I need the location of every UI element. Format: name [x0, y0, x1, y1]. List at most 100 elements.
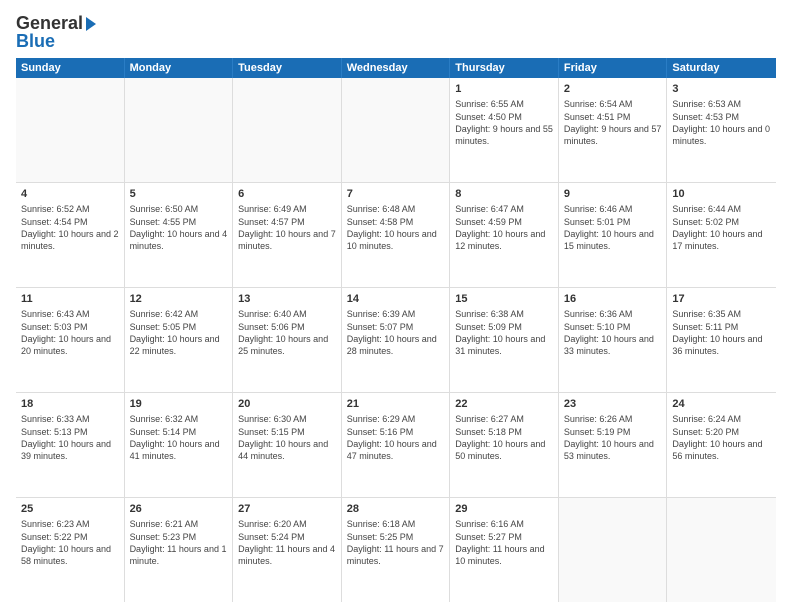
day-info: Sunset: 5:20 PM: [672, 426, 771, 438]
calendar-cell-3-3: 21Sunrise: 6:29 AMSunset: 5:16 PMDayligh…: [342, 393, 451, 497]
day-info: Sunset: 5:14 PM: [130, 426, 228, 438]
calendar-cell-3-2: 20Sunrise: 6:30 AMSunset: 5:15 PMDayligh…: [233, 393, 342, 497]
day-info: Sunset: 5:24 PM: [238, 531, 336, 543]
day-number: 10: [672, 187, 771, 202]
day-number: 12: [130, 292, 228, 307]
day-info: Daylight: 10 hours and 22 minutes.: [130, 333, 228, 357]
calendar-cell-0-1: [125, 78, 234, 182]
day-info: Sunrise: 6:55 AM: [455, 98, 553, 110]
day-info: Sunset: 5:03 PM: [21, 321, 119, 333]
day-info: Sunset: 5:09 PM: [455, 321, 553, 333]
calendar-cell-0-3: [342, 78, 451, 182]
day-number: 15: [455, 292, 553, 307]
day-number: 1: [455, 82, 553, 97]
day-number: 5: [130, 187, 228, 202]
day-info: Sunset: 5:16 PM: [347, 426, 445, 438]
calendar-cell-0-0: [16, 78, 125, 182]
calendar-cell-4-0: 25Sunrise: 6:23 AMSunset: 5:22 PMDayligh…: [16, 498, 125, 602]
calendar-cell-1-5: 9Sunrise: 6:46 AMSunset: 5:01 PMDaylight…: [559, 183, 668, 287]
day-info: Daylight: 10 hours and 2 minutes.: [21, 228, 119, 252]
day-number: 7: [347, 187, 445, 202]
day-number: 28: [347, 502, 445, 517]
day-info: Sunrise: 6:29 AM: [347, 413, 445, 425]
day-number: 14: [347, 292, 445, 307]
day-info: Daylight: 10 hours and 20 minutes.: [21, 333, 119, 357]
day-info: Daylight: 10 hours and 58 minutes.: [21, 543, 119, 567]
calendar-cell-0-5: 2Sunrise: 6:54 AMSunset: 4:51 PMDaylight…: [559, 78, 668, 182]
day-info: Sunrise: 6:47 AM: [455, 203, 553, 215]
calendar-cell-4-5: [559, 498, 668, 602]
day-info: Sunset: 5:18 PM: [455, 426, 553, 438]
calendar-week-2: 4Sunrise: 6:52 AMSunset: 4:54 PMDaylight…: [16, 183, 776, 288]
day-info: Daylight: 10 hours and 33 minutes.: [564, 333, 662, 357]
day-info: Daylight: 10 hours and 36 minutes.: [672, 333, 771, 357]
day-number: 2: [564, 82, 662, 97]
calendar-cell-0-4: 1Sunrise: 6:55 AMSunset: 4:50 PMDaylight…: [450, 78, 559, 182]
calendar-cell-2-6: 17Sunrise: 6:35 AMSunset: 5:11 PMDayligh…: [667, 288, 776, 392]
day-info: Sunset: 5:06 PM: [238, 321, 336, 333]
day-info: Sunrise: 6:16 AM: [455, 518, 553, 530]
day-info: Sunset: 4:59 PM: [455, 216, 553, 228]
day-info: Daylight: 10 hours and 56 minutes.: [672, 438, 771, 462]
calendar-week-1: 1Sunrise: 6:55 AMSunset: 4:50 PMDaylight…: [16, 78, 776, 183]
day-info: Daylight: 10 hours and 25 minutes.: [238, 333, 336, 357]
day-number: 23: [564, 397, 662, 412]
day-info: Sunrise: 6:50 AM: [130, 203, 228, 215]
day-number: 4: [21, 187, 119, 202]
calendar-week-4: 18Sunrise: 6:33 AMSunset: 5:13 PMDayligh…: [16, 393, 776, 498]
day-info: Sunset: 4:53 PM: [672, 111, 771, 123]
day-info: Sunset: 4:57 PM: [238, 216, 336, 228]
day-info: Sunset: 5:27 PM: [455, 531, 553, 543]
day-info: Sunrise: 6:42 AM: [130, 308, 228, 320]
day-info: Daylight: 10 hours and 10 minutes.: [347, 228, 445, 252]
day-info: Sunset: 5:15 PM: [238, 426, 336, 438]
day-info: Daylight: 10 hours and 28 minutes.: [347, 333, 445, 357]
day-info: Sunset: 5:02 PM: [672, 216, 771, 228]
day-number: 24: [672, 397, 771, 412]
day-info: Daylight: 11 hours and 7 minutes.: [347, 543, 445, 567]
calendar-cell-2-4: 15Sunrise: 6:38 AMSunset: 5:09 PMDayligh…: [450, 288, 559, 392]
day-info: Sunrise: 6:23 AM: [21, 518, 119, 530]
day-info: Sunset: 5:10 PM: [564, 321, 662, 333]
day-info: Sunset: 5:22 PM: [21, 531, 119, 543]
day-info: Sunset: 5:19 PM: [564, 426, 662, 438]
page: General Blue SundayMondayTuesdayWednesda…: [0, 0, 792, 612]
day-info: Sunrise: 6:36 AM: [564, 308, 662, 320]
day-info: Sunset: 5:07 PM: [347, 321, 445, 333]
calendar-cell-2-5: 16Sunrise: 6:36 AMSunset: 5:10 PMDayligh…: [559, 288, 668, 392]
day-number: 25: [21, 502, 119, 517]
logo: General Blue: [16, 14, 96, 50]
calendar-cell-1-4: 8Sunrise: 6:47 AMSunset: 4:59 PMDaylight…: [450, 183, 559, 287]
day-number: 21: [347, 397, 445, 412]
day-number: 19: [130, 397, 228, 412]
calendar-cell-4-4: 29Sunrise: 6:16 AMSunset: 5:27 PMDayligh…: [450, 498, 559, 602]
day-info: Sunrise: 6:35 AM: [672, 308, 771, 320]
calendar-cell-4-2: 27Sunrise: 6:20 AMSunset: 5:24 PMDayligh…: [233, 498, 342, 602]
calendar-cell-3-5: 23Sunrise: 6:26 AMSunset: 5:19 PMDayligh…: [559, 393, 668, 497]
day-info: Daylight: 10 hours and 41 minutes.: [130, 438, 228, 462]
calendar-body: 1Sunrise: 6:55 AMSunset: 4:50 PMDaylight…: [16, 78, 776, 602]
day-info: Sunrise: 6:27 AM: [455, 413, 553, 425]
header-day-friday: Friday: [559, 58, 668, 78]
header-day-tuesday: Tuesday: [233, 58, 342, 78]
day-info: Daylight: 10 hours and 7 minutes.: [238, 228, 336, 252]
calendar-cell-3-1: 19Sunrise: 6:32 AMSunset: 5:14 PMDayligh…: [125, 393, 234, 497]
day-number: 6: [238, 187, 336, 202]
calendar: SundayMondayTuesdayWednesdayThursdayFrid…: [16, 58, 776, 602]
day-info: Sunrise: 6:52 AM: [21, 203, 119, 215]
calendar-cell-2-2: 13Sunrise: 6:40 AMSunset: 5:06 PMDayligh…: [233, 288, 342, 392]
calendar-cell-3-6: 24Sunrise: 6:24 AMSunset: 5:20 PMDayligh…: [667, 393, 776, 497]
day-number: 22: [455, 397, 553, 412]
calendar-cell-1-1: 5Sunrise: 6:50 AMSunset: 4:55 PMDaylight…: [125, 183, 234, 287]
day-info: Daylight: 10 hours and 44 minutes.: [238, 438, 336, 462]
day-info: Sunrise: 6:33 AM: [21, 413, 119, 425]
day-info: Sunset: 4:54 PM: [21, 216, 119, 228]
calendar-cell-0-2: [233, 78, 342, 182]
day-info: Daylight: 10 hours and 0 minutes.: [672, 123, 771, 147]
day-number: 29: [455, 502, 553, 517]
day-info: Sunrise: 6:26 AM: [564, 413, 662, 425]
day-number: 13: [238, 292, 336, 307]
day-info: Sunrise: 6:20 AM: [238, 518, 336, 530]
calendar-cell-1-0: 4Sunrise: 6:52 AMSunset: 4:54 PMDaylight…: [16, 183, 125, 287]
calendar-cell-3-4: 22Sunrise: 6:27 AMSunset: 5:18 PMDayligh…: [450, 393, 559, 497]
